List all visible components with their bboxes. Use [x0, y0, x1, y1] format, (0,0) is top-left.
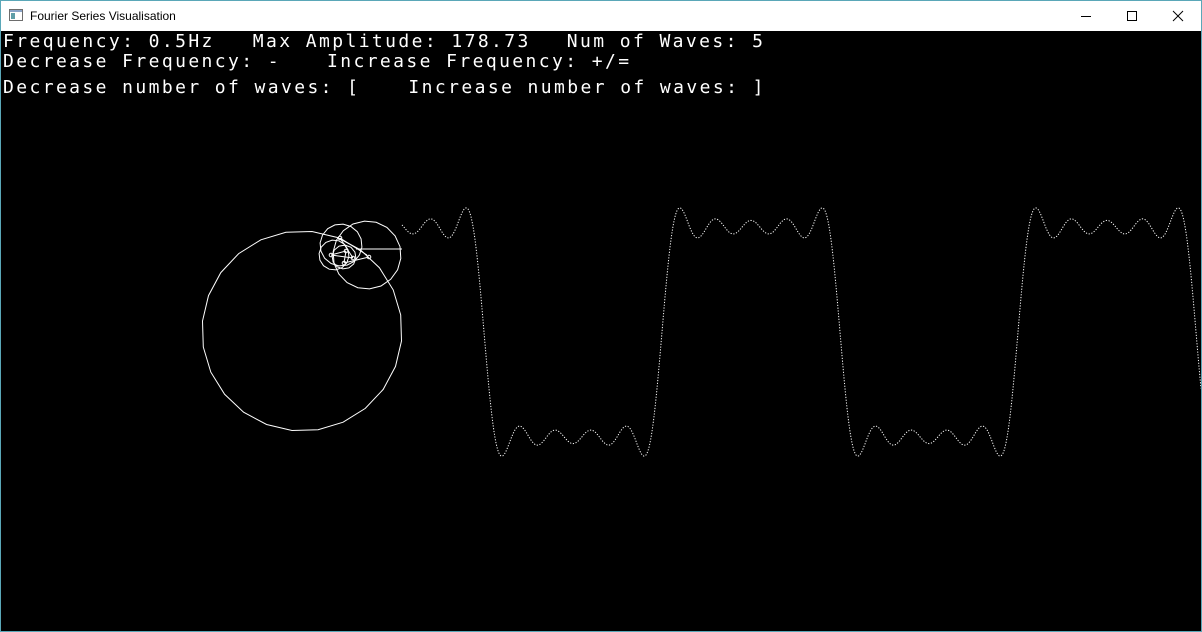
maximize-icon	[1127, 11, 1137, 21]
square-wave-trace	[401, 207, 1201, 457]
epicycle-radius-line	[339, 237, 368, 256]
close-icon	[1172, 10, 1184, 22]
epicycles-group	[201, 220, 403, 432]
canvas-area: Frequency: 0.5Hz Max Amplitude: 178.73 Num…	[1, 31, 1201, 631]
minimize-button[interactable]	[1063, 1, 1109, 31]
epicycle-radius-line	[330, 254, 354, 259]
close-button[interactable]	[1155, 1, 1201, 31]
title-bar[interactable]: Fourier Series Visualisation	[1, 1, 1201, 31]
window-title: Fourier Series Visualisation	[30, 9, 176, 23]
app-window-icon	[9, 9, 23, 21]
minimize-icon	[1081, 16, 1091, 17]
epicycle-circle	[201, 230, 403, 432]
fourier-visualisation	[201, 207, 1201, 457]
maximize-button[interactable]	[1109, 1, 1155, 31]
app-window: Fourier Series Visualisation Frequency: …	[0, 0, 1202, 632]
